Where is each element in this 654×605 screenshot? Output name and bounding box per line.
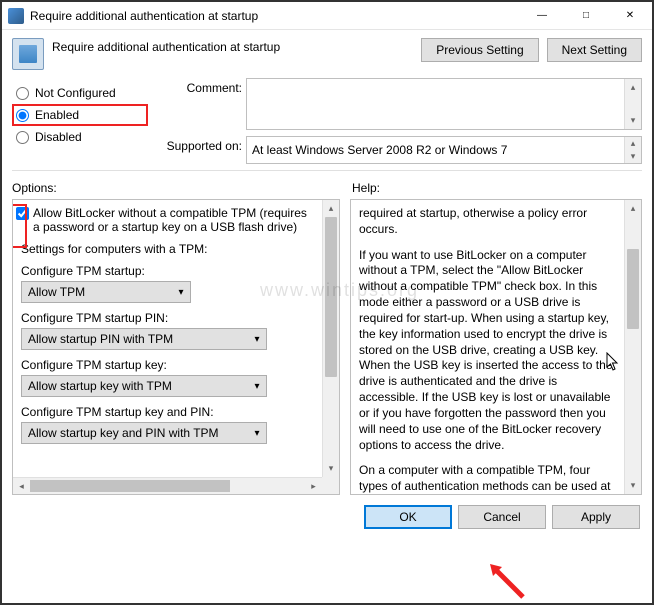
dialog-buttons: OK Cancel Apply [2, 495, 652, 539]
comment-label: Comment: [156, 78, 242, 95]
ok-button[interactable]: OK [364, 505, 452, 529]
options-hscrollbar[interactable]: ◂ ▸ [13, 477, 322, 494]
tpm-keypin-dropdown[interactable]: Allow startup key and PIN with TPM ▾ [21, 422, 267, 444]
scrollbar-thumb[interactable] [627, 249, 639, 329]
tpm-pin-label: Configure TPM startup PIN: [21, 311, 314, 325]
radio-not-configured-label: Not Configured [35, 86, 116, 100]
allow-no-tpm-row[interactable]: Allow BitLocker without a compatible TPM… [15, 206, 314, 234]
panel-labels: Options: Help: [2, 171, 652, 199]
maximize-button[interactable]: □ [564, 2, 608, 30]
scroll-corner [322, 477, 339, 494]
chevron-down-icon: ▾ [248, 428, 266, 439]
scrollbar-thumb[interactable] [325, 217, 337, 377]
tpm-startup-label: Configure TPM startup: [21, 264, 314, 278]
tpm-key-value: Allow startup key with TPM [22, 379, 248, 393]
tpm-pin-dropdown[interactable]: Allow startup PIN with TPM ▾ [21, 328, 267, 350]
radio-not-configured-input[interactable] [16, 87, 29, 100]
allow-no-tpm-label: Allow BitLocker without a compatible TPM… [33, 206, 314, 234]
radio-not-configured[interactable]: Not Configured [12, 82, 148, 104]
scrollbar-thumb[interactable] [30, 480, 230, 492]
help-vscrollbar[interactable]: ▴ ▾ [624, 200, 641, 494]
titlebar: Require additional authentication at sta… [2, 2, 652, 30]
panels: Allow BitLocker without a compatible TPM… [2, 199, 652, 495]
supported-value: At least Windows Server 2008 R2 or Windo… [247, 140, 512, 160]
tpm-startup-dropdown[interactable]: Allow TPM ▾ [21, 281, 191, 303]
supported-scrollbar[interactable]: ▴▾ [624, 137, 641, 163]
tpm-keypin-label: Configure TPM startup key and PIN: [21, 405, 314, 419]
radio-enabled[interactable]: Enabled [12, 104, 148, 126]
options-panel: Allow BitLocker without a compatible TPM… [12, 199, 340, 495]
chevron-down-icon: ▾ [248, 381, 266, 392]
help-p3: On a computer with a compatible TPM, fou… [359, 463, 616, 494]
tpm-pin-value: Allow startup PIN with TPM [22, 332, 248, 346]
tpm-key-label: Configure TPM startup key: [21, 358, 314, 372]
app-icon [8, 8, 24, 24]
radio-disabled-input[interactable] [16, 131, 29, 144]
previous-setting-button[interactable]: Previous Setting [421, 38, 538, 62]
options-vscrollbar[interactable]: ▴ ▾ [322, 200, 339, 477]
help-heading: Help: [352, 181, 380, 195]
window-title: Require additional authentication at sta… [30, 9, 520, 23]
comment-scrollbar[interactable]: ▴▾ [624, 79, 641, 129]
highlight-frame [13, 204, 27, 248]
comment-field[interactable]: ▴▾ [246, 78, 642, 130]
chevron-down-icon: ▾ [172, 287, 190, 298]
radio-enabled-label: Enabled [35, 108, 79, 122]
radio-disabled-label: Disabled [35, 130, 82, 144]
tpm-keypin-value: Allow startup key and PIN with TPM [22, 426, 248, 440]
supported-label: Supported on: [156, 136, 242, 153]
next-setting-button[interactable]: Next Setting [547, 38, 642, 62]
tpm-startup-value: Allow TPM [22, 285, 172, 299]
radio-enabled-input[interactable] [16, 109, 29, 122]
cancel-button[interactable]: Cancel [458, 505, 546, 529]
chevron-down-icon: ▾ [248, 334, 266, 345]
supported-field: At least Windows Server 2008 R2 or Windo… [246, 136, 642, 164]
minimize-button[interactable]: — [520, 2, 564, 30]
help-p2: If you want to use BitLocker on a comput… [359, 248, 616, 454]
comment-value [247, 79, 641, 85]
policy-title: Require additional authentication at sta… [52, 38, 421, 54]
help-p1: required at startup, otherwise a policy … [359, 206, 616, 238]
tpm-key-dropdown[interactable]: Allow startup key with TPM ▾ [21, 375, 267, 397]
help-panel: required at startup, otherwise a policy … [350, 199, 642, 495]
tpm-settings-heading: Settings for computers with a TPM: [21, 242, 314, 256]
radio-disabled[interactable]: Disabled [12, 126, 148, 148]
apply-button[interactable]: Apply [552, 505, 640, 529]
annotation-arrow-icon [488, 562, 528, 600]
policy-icon [12, 38, 44, 70]
options-heading: Options: [12, 181, 342, 195]
config-section: Not Configured Enabled Disabled Comment:… [2, 78, 652, 170]
state-radios: Not Configured Enabled Disabled [12, 78, 148, 164]
close-button[interactable]: ✕ [608, 2, 652, 30]
header-row: Require additional authentication at sta… [2, 30, 652, 78]
